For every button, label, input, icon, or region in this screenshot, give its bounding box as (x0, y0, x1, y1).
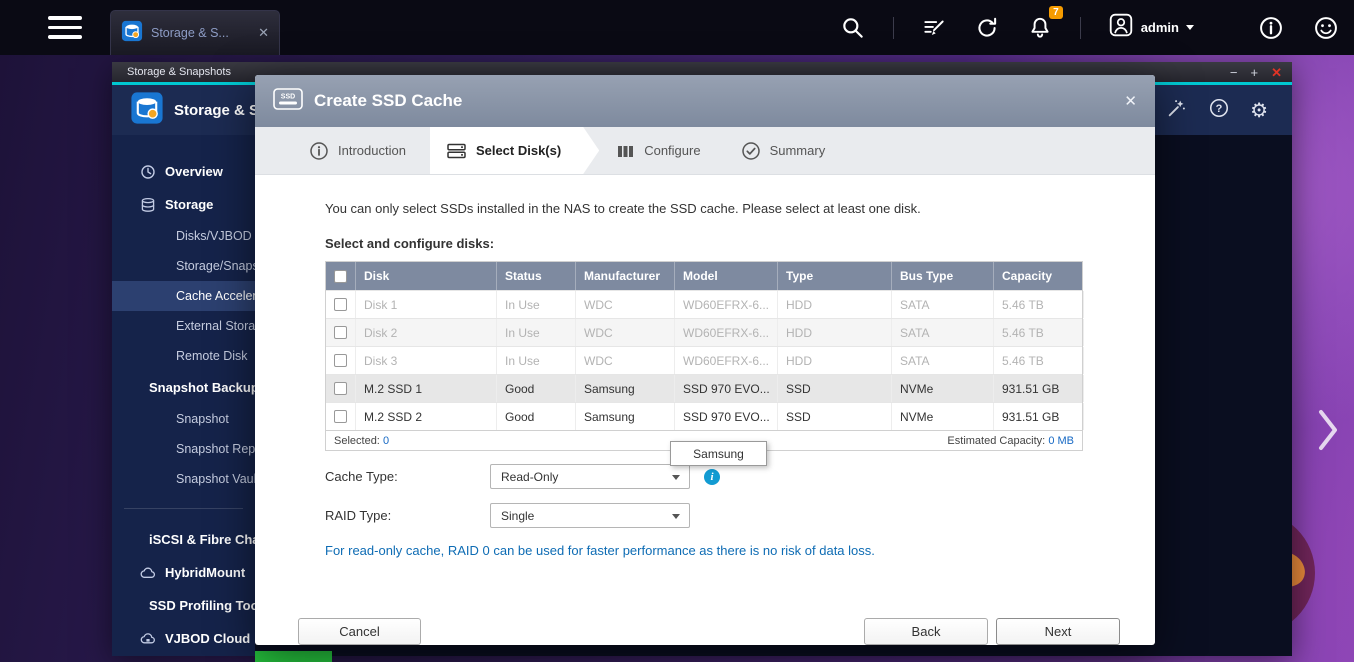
sidebar-item-ssd-profiling[interactable]: SSD Profiling Tool (112, 589, 255, 622)
chevron-down-icon (672, 475, 680, 480)
window-close-icon[interactable]: ✕ (1271, 66, 1282, 79)
notification-badge: 7 (1049, 6, 1063, 19)
sidebar-divider (124, 508, 243, 509)
app-tab-storage[interactable]: Storage & S... ✕ (110, 10, 280, 55)
cache-type-info-icon[interactable]: i (704, 469, 720, 485)
storage-app-icon (121, 20, 143, 47)
step-introduction: Introduction (293, 127, 430, 174)
disk-table: Disk Status Manufacturer Model Type Bus … (325, 261, 1083, 430)
cancel-button[interactable]: Cancel (298, 618, 421, 645)
estimated-capacity-value: 0 MB (1048, 435, 1074, 447)
sidebar-item-storage-snapshots[interactable]: Storage/Snapshots (112, 251, 255, 281)
svg-text:SSD: SSD (281, 93, 295, 100)
main-menu-icon[interactable] (48, 16, 82, 39)
settings-gear-icon[interactable]: ⚙ (1250, 98, 1268, 123)
more-options-icon[interactable] (1221, 20, 1230, 35)
sidebar-item-iscsi-fibre[interactable]: iSCSI & Fibre Channel (112, 523, 255, 556)
sidebar-item-remote-disk[interactable]: Remote Disk (112, 341, 255, 371)
sidebar-item-external-storage[interactable]: External Storage (112, 311, 255, 341)
ssd-icon: SSD (273, 88, 303, 115)
raid-type-label: RAID Type: (325, 508, 490, 523)
cache-type-select[interactable]: Read-Only (490, 464, 690, 489)
dialog-header: SSD Create SSD Cache ✕ (255, 75, 1155, 127)
row-checkbox[interactable] (334, 298, 347, 311)
sidebar-item-snapshot-backup[interactable]: Snapshot Backup (112, 371, 255, 404)
background-tasks-icon[interactable] (921, 15, 947, 41)
sidebar-item-vjbod-cloud[interactable]: VJBOD Cloud (112, 622, 255, 655)
cache-type-row: Cache Type: Read-Only i (325, 464, 1155, 489)
sidebar-item-overview[interactable]: Overview (112, 155, 255, 188)
row-checkbox[interactable] (334, 326, 347, 339)
separator (893, 17, 894, 39)
table-row[interactable]: Disk 1 In Use WDC WD60EFRX-6... HDD SATA… (326, 290, 1082, 318)
feedback-smiley-icon[interactable] (1312, 14, 1340, 42)
sidebar-item-hybridmount[interactable]: HybridMount (112, 556, 255, 589)
next-button[interactable]: Next (996, 618, 1120, 645)
wizard-steps: Introduction Select Disk(s) Configure Su… (255, 127, 1155, 175)
row-checkbox[interactable] (334, 382, 347, 395)
raid-type-row: RAID Type: Single (325, 503, 1155, 528)
chevron-down-icon (672, 514, 680, 519)
dialog-title: Create SSD Cache (314, 91, 1113, 111)
table-row[interactable]: M.2 SSD 1 Good Samsung SSD 970 EVO... SS… (326, 374, 1082, 402)
step-configure: Configure (599, 127, 724, 174)
step-select-disks: Select Disk(s) (430, 127, 599, 174)
create-ssd-cache-dialog: SSD Create SSD Cache ✕ Introduction Sele… (255, 75, 1155, 645)
user-menu[interactable]: admin (1108, 12, 1194, 43)
separator (1080, 17, 1081, 39)
row-checkbox[interactable] (334, 354, 347, 367)
maximize-icon[interactable]: + (1251, 66, 1259, 79)
search-icon[interactable] (840, 15, 866, 41)
sidebar-item-snapshot-replica[interactable]: Snapshot Replica (112, 434, 255, 464)
wand-icon[interactable] (1166, 97, 1188, 124)
intro-text: You can only select SSDs installed in th… (325, 201, 1083, 216)
refresh-icon[interactable] (974, 15, 1000, 41)
selected-count: 0 (383, 435, 389, 447)
sidebar-item-disks-vjbod[interactable]: Disks/VJBOD (112, 221, 255, 251)
dialog-close-icon[interactable]: ✕ (1124, 92, 1137, 110)
raid-note: For read-only cache, RAID 0 can be used … (325, 543, 1083, 558)
tab-close-icon[interactable]: ✕ (258, 25, 269, 41)
back-button[interactable]: Back (864, 618, 988, 645)
step-summary: Summary (725, 127, 850, 174)
storage-app-icon (130, 91, 164, 130)
cache-type-label: Cache Type: (325, 469, 490, 484)
manufacturer-tooltip: Samsung (670, 441, 767, 466)
raid-type-select[interactable]: Single (490, 503, 690, 528)
tab-label: Storage & S... (151, 26, 250, 40)
dashboard-chevron-icon[interactable] (1318, 408, 1340, 457)
table-row[interactable]: Disk 2 In Use WDC WD60EFRX-6... HDD SATA… (326, 318, 1082, 346)
table-row[interactable]: M.2 SSD 2 Good Samsung SSD 970 EVO... SS… (326, 402, 1082, 430)
row-checkbox[interactable] (334, 410, 347, 423)
minimize-icon[interactable]: − (1230, 66, 1238, 79)
svg-text:?: ? (1216, 102, 1223, 114)
sidebar: Overview Storage Disks/VJBOD Storage/Sna… (112, 135, 255, 656)
info-icon[interactable] (1257, 14, 1285, 42)
sidebar-item-snapshot[interactable]: Snapshot (112, 404, 255, 434)
table-header-row: Disk Status Manufacturer Model Type Bus … (326, 262, 1082, 290)
user-name: admin (1141, 20, 1179, 35)
sidebar-item-snapshot-vault[interactable]: Snapshot Vault (112, 464, 255, 494)
estimated-capacity-label: Estimated Capacity: (947, 435, 1045, 447)
help-icon[interactable]: ? (1208, 97, 1230, 124)
select-all-checkbox[interactable] (334, 270, 347, 283)
table-row[interactable]: Disk 3 In Use WDC WD60EFRX-6... HDD SATA… (326, 346, 1082, 374)
selected-label: Selected: (334, 435, 380, 447)
sidebar-item-storage[interactable]: Storage (112, 188, 255, 221)
chevron-down-icon (1186, 25, 1194, 30)
top-bar: Storage & S... ✕ 7 admin (0, 0, 1354, 55)
notifications-bell-icon[interactable]: 7 (1027, 15, 1053, 41)
user-avatar-icon (1108, 12, 1134, 43)
sidebar-item-cache-acceleration[interactable]: Cache Acceleration (112, 281, 255, 311)
section-label: Select and configure disks: (325, 236, 1083, 251)
